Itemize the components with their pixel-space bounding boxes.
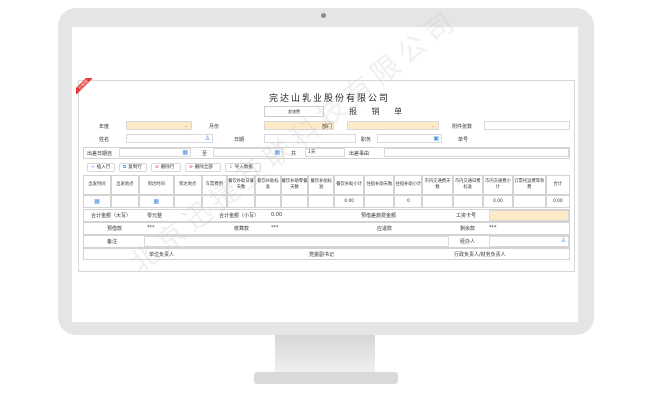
delete-icon: ⊖	[155, 165, 159, 170]
total-upper-label: 合计金额（大写）	[91, 213, 132, 219]
table-cell[interactable]: 0.00	[482, 195, 514, 208]
remark-label: 备注	[107, 239, 118, 245]
position-field[interactable]: ▣	[377, 134, 442, 143]
name-field[interactable]: ♙	[126, 134, 213, 143]
column-header: 餐饮补助标准	[308, 175, 335, 195]
chevron-down-icon: ⌄	[430, 123, 435, 129]
column-header: 餐饮补助零餐天数	[280, 175, 309, 195]
table-cell[interactable]: ▦	[83, 195, 111, 208]
date-label: 日期	[234, 137, 245, 143]
column-header: 市内交通费小计	[482, 175, 514, 195]
column-header: 市内交通日费标准	[452, 175, 483, 195]
total-lower-value: 0.00	[271, 212, 283, 218]
prepaid-total-label: 预借差旅费金额	[361, 213, 397, 219]
column-header: 市内交通费天数	[422, 175, 453, 195]
trip-to-label: 至	[202, 151, 208, 157]
calendar-icon: ▣	[433, 135, 439, 142]
table-cell[interactable]: 0	[394, 195, 423, 208]
trip-start-label: 出差日期自	[87, 151, 113, 157]
handler-field[interactable]: ♙	[489, 236, 569, 247]
handler-label: 经办人	[460, 239, 476, 245]
advance-label: 预借款	[107, 226, 123, 232]
column-header: 餐饮补助小计	[334, 175, 365, 195]
table-cell[interactable]	[422, 195, 453, 208]
calendar-icon: ▦	[94, 197, 100, 205]
footer-admin-finance-head: 行政负责人/财务负责人	[454, 252, 506, 258]
expense-table: 出发时间 ▦ 出发地点 到达时间 ▦ 到达地点 车票费用 餐饮补助日餐天数 餐饮补助标准 餐饮补助…	[83, 175, 570, 209]
table-cell[interactable]: 0.00	[545, 195, 570, 208]
column-header: 到达时间	[138, 175, 174, 195]
calendar-icon: ▦	[153, 197, 160, 205]
user-icon: ♙	[560, 237, 566, 244]
reason-label: 出差事由	[349, 151, 370, 157]
column-header: 出发地点	[110, 175, 139, 195]
trip-start-field[interactable]: ▦	[119, 148, 191, 157]
return-label: 应退款	[377, 226, 393, 232]
status-ribbon: 已审核	[76, 78, 92, 94]
table-cell[interactable]	[255, 195, 281, 208]
remaining-value: ***	[489, 225, 497, 231]
year-field[interactable]: ⌄	[126, 121, 192, 130]
table-cell[interactable]	[280, 195, 309, 208]
delete-all-button[interactable]: ⊖ 删除全部	[185, 163, 221, 172]
reason-field[interactable]	[384, 148, 569, 157]
delete-all-icon: ⊖	[189, 165, 193, 170]
monitor-stand-neck	[275, 335, 375, 375]
remaining-label: 剩余款	[460, 226, 476, 232]
column-header: 订票托运费等杂费	[513, 175, 546, 195]
no-label: 单号	[458, 137, 469, 143]
delete-row-button[interactable]: ⊖ 删除行	[151, 163, 181, 172]
month-label: 月份	[209, 124, 220, 130]
copy-icon: ⧉	[123, 165, 127, 170]
name-label: 姓名	[99, 137, 110, 143]
copy-row-button[interactable]: ⧉ 复制行	[119, 163, 147, 172]
monitor-stand-base	[254, 372, 398, 384]
camera-dot	[321, 13, 326, 18]
footer-party-secretary: 党委副书记	[309, 252, 335, 258]
job-no-field[interactable]	[489, 210, 569, 221]
column-header: 住宿补助天数	[364, 175, 395, 195]
dept-field[interactable]: ⌄	[347, 121, 439, 130]
chevron-down-icon: ⌄	[183, 123, 188, 129]
user-icon: ♙	[204, 135, 210, 142]
reimbursed-value: ***	[271, 225, 279, 231]
table-cell[interactable]	[513, 195, 546, 208]
table-cell[interactable]	[452, 195, 483, 208]
plus-icon: +	[91, 165, 95, 170]
table-cell[interactable]: ▦	[138, 195, 174, 208]
attachments-label: 附件张数	[452, 124, 473, 130]
attachments-field[interactable]	[484, 121, 570, 130]
year-label: 年度	[99, 124, 110, 130]
insert-row-button[interactable]: + 插入行	[87, 163, 115, 172]
table-cell[interactable]	[110, 195, 139, 208]
table-cell[interactable]: 0.00	[334, 195, 365, 208]
column-header: 合计	[545, 175, 570, 195]
calendar-icon: ▦	[182, 149, 188, 156]
reimbursed-label: 核算款	[234, 226, 250, 232]
table-cell[interactable]	[364, 195, 395, 208]
column-header: 出发时间	[83, 175, 111, 195]
job-no-label: 工资卡号	[456, 213, 477, 219]
column-header: 住宿补助小计	[394, 175, 423, 195]
table-cell[interactable]	[308, 195, 335, 208]
position-label: 职务	[361, 137, 372, 143]
